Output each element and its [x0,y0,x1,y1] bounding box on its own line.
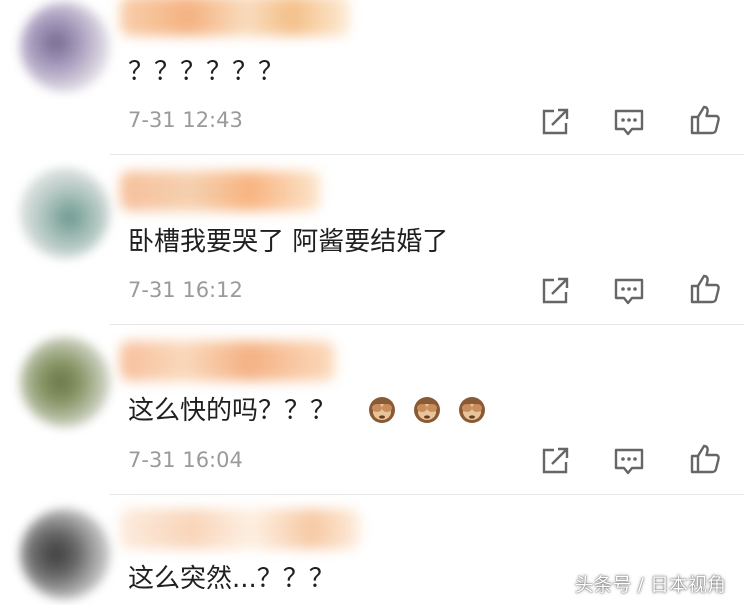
share-button[interactable] [538,274,572,308]
thumbs-up-icon [690,105,720,135]
comment-text: ？？？？？？ [128,57,285,87]
comment-time: 7-31 12:43 [128,108,243,132]
see-no-evil-monkey-emoji [368,397,395,423]
see-no-evil-monkey-emoji [459,397,486,423]
username-blurred[interactable] [120,0,350,36]
share-button[interactable] [538,444,572,478]
share-icon [542,108,569,135]
like-button[interactable] [688,103,722,137]
comment-time: 7-31 16:12 [128,278,243,302]
see-no-evil-monkey-emoji [413,397,440,423]
reply-button[interactable] [612,105,646,139]
comment-text-content: 这么快的吗？？？ [128,396,337,426]
comment-text: 卧槽我要哭了 阿酱要结婚了 [128,227,449,257]
comment-text: 这么突然...？？？ [128,564,335,594]
thumbs-up-icon [690,444,720,474]
comment-item: ？？？？？？ 7-31 12:43 [0,0,744,155]
thumbs-up-icon [690,274,720,304]
comment-icon [614,109,644,136]
share-icon [542,447,569,474]
avatar[interactable] [20,2,110,92]
like-button[interactable] [688,442,722,476]
comment-time: 7-31 16:04 [128,448,243,472]
share-icon [542,277,569,304]
like-button[interactable] [688,272,722,306]
comment-text: 这么快的吗？？？ [128,394,494,428]
reply-button[interactable] [612,274,646,308]
avatar[interactable] [20,337,110,427]
comment-item: 这么快的吗？？？ 7-31 16:04 [0,325,744,495]
reply-button[interactable] [612,444,646,478]
comment-icon [614,448,644,475]
username-blurred[interactable] [120,341,335,381]
watermark: 头条号 / 日本视角 [574,574,726,596]
username-blurred[interactable] [120,509,360,549]
comment-icon [614,278,644,305]
comment-item: 卧槽我要哭了 阿酱要结婚了 7-31 16:12 [0,155,744,325]
avatar[interactable] [20,509,110,599]
username-blurred[interactable] [120,171,320,211]
share-button[interactable] [538,105,572,139]
avatar[interactable] [20,168,110,258]
